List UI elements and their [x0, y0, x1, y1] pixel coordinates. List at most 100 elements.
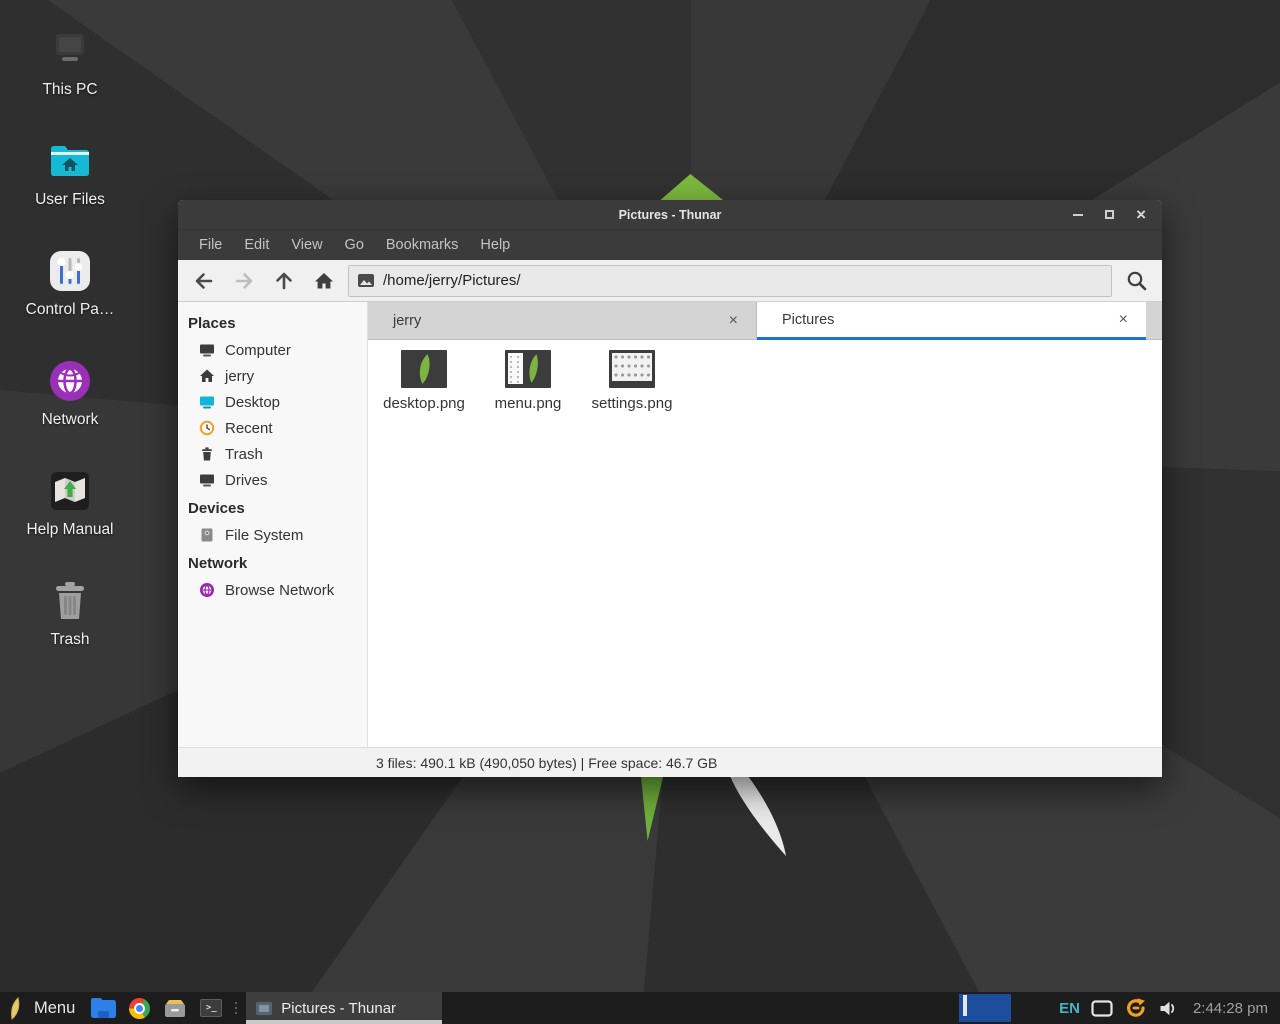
menu-button[interactable]: Menu — [34, 999, 75, 1018]
image-thumbnail — [401, 350, 447, 388]
sidebar-item-label: Browse Network — [225, 582, 334, 599]
network-globe-icon — [47, 358, 93, 404]
volume-speaker-icon[interactable] — [1159, 1000, 1178, 1017]
thunar-window-icon — [256, 1002, 272, 1015]
desktop-icon-trash[interactable]: Trash — [10, 578, 130, 649]
image-thumbnail — [609, 350, 655, 388]
sidebar-item-trash[interactable]: Trash — [178, 441, 367, 467]
tab-jerry[interactable]: jerry × — [368, 302, 757, 340]
sidebar-item-label: Recent — [225, 420, 273, 437]
menu-go[interactable]: Go — [334, 237, 375, 253]
tab-bar: jerry × Pictures × — [368, 302, 1162, 340]
menu-bar: File Edit View Go Bookmarks Help — [178, 229, 1162, 260]
browse-network-globe-icon — [199, 582, 215, 598]
sidebar-heading-network: Network — [178, 548, 367, 577]
window-title: Pictures - Thunar — [178, 208, 1162, 222]
home-button[interactable] — [304, 264, 344, 298]
desktop-icon-network[interactable]: Network — [10, 358, 130, 429]
sidebar-item-recent[interactable]: Recent — [178, 415, 367, 441]
terminal-launcher[interactable]: >_ — [197, 992, 225, 1024]
computer-icon — [199, 342, 215, 358]
tab-pictures[interactable]: Pictures × — [757, 302, 1146, 340]
file-manager-launcher[interactable] — [89, 992, 117, 1024]
menu-bookmarks[interactable]: Bookmarks — [375, 237, 470, 253]
sidebar-item-jerry[interactable]: jerry — [178, 363, 367, 389]
desktop-icon-label: Trash — [50, 631, 89, 649]
toolbar: /home/jerry/Pictures/ — [178, 260, 1162, 302]
forward-arrow-icon — [233, 270, 255, 292]
sidebar: Places Computer jerry Desktop Recent Tra… — [178, 302, 368, 747]
menu-help[interactable]: Help — [469, 237, 521, 253]
archive-manager-launcher[interactable] — [161, 992, 189, 1024]
desktop-icon-control-panel[interactable]: Control Pa… — [10, 248, 130, 319]
menu-file[interactable]: File — [188, 237, 233, 253]
forward-button[interactable] — [224, 264, 264, 298]
home-icon — [199, 368, 215, 384]
display-settings-icon[interactable] — [1091, 1000, 1113, 1017]
control-panel-icon — [47, 248, 93, 294]
sidebar-item-label: Drives — [225, 472, 268, 489]
maximize-icon[interactable] — [1105, 210, 1114, 219]
file-menu-png[interactable]: menu.png — [480, 350, 576, 412]
tab-close-icon[interactable]: × — [1115, 312, 1132, 328]
sidebar-item-computer[interactable]: Computer — [178, 337, 367, 363]
clock[interactable]: 2:44:28 pm — [1193, 1000, 1268, 1017]
taskbar-window-button[interactable]: Pictures - Thunar — [246, 992, 442, 1024]
taskbar: Menu >_ Pictures - Thunar EN 2:44:28 pm — [0, 992, 1280, 1024]
filesystem-drive-icon — [199, 527, 215, 543]
desktop-icon-label: This PC — [42, 81, 97, 99]
tab-label: jerry — [393, 313, 725, 329]
window-titlebar[interactable]: Pictures - Thunar × — [178, 200, 1162, 229]
search-button[interactable] — [1118, 264, 1156, 298]
archive-manager-icon — [163, 998, 187, 1018]
desktop-icon-help-manual[interactable]: Help Manual — [10, 468, 130, 539]
sidebar-item-label: Desktop — [225, 394, 280, 411]
system-tray: EN 2:44:28 pm — [1059, 996, 1268, 1020]
sidebar-item-label: Trash — [225, 446, 263, 463]
minimize-icon[interactable] — [1073, 214, 1083, 216]
path-text: /home/jerry/Pictures/ — [383, 272, 521, 289]
sidebar-item-label: jerry — [225, 368, 254, 385]
workspace-switcher[interactable] — [959, 994, 1011, 1022]
trash-icon — [199, 446, 215, 462]
thunar-window: Pictures - Thunar × File Edit View Go Bo… — [178, 200, 1162, 777]
file-view[interactable]: desktop.png menu.png settings.png — [368, 340, 1162, 747]
desktop-icon-label: User Files — [35, 191, 105, 209]
chrome-launcher[interactable] — [125, 992, 153, 1024]
update-notifier-icon[interactable] — [1124, 996, 1148, 1020]
drives-icon — [199, 472, 215, 488]
up-arrow-icon — [273, 270, 295, 292]
status-text: 3 files: 490.1 kB (490,050 bytes) | Free… — [376, 755, 717, 771]
file-name: settings.png — [592, 395, 673, 412]
image-location-icon — [358, 274, 374, 287]
sidebar-item-desktop[interactable]: Desktop — [178, 389, 367, 415]
taskbar-right: EN 2:44:28 pm — [959, 994, 1280, 1022]
tab-close-icon[interactable]: × — [725, 313, 742, 329]
panel-separator-handle[interactable] — [235, 1002, 237, 1014]
path-bar[interactable]: /home/jerry/Pictures/ — [348, 265, 1112, 297]
file-desktop-png[interactable]: desktop.png — [376, 350, 472, 412]
file-name: menu.png — [495, 395, 562, 412]
file-settings-png[interactable]: settings.png — [584, 350, 680, 412]
home-icon — [313, 270, 335, 292]
menu-view[interactable]: View — [280, 237, 333, 253]
back-button[interactable] — [184, 264, 224, 298]
sidebar-item-browse-network[interactable]: Browse Network — [178, 577, 367, 603]
tab-label: Pictures — [782, 312, 1115, 328]
trash-can-icon — [47, 578, 93, 624]
up-button[interactable] — [264, 264, 304, 298]
status-bar: 3 files: 490.1 kB (490,050 bytes) | Free… — [178, 747, 1162, 777]
workspace-active-window — [963, 995, 967, 1016]
desktop-icon-label: Help Manual — [26, 521, 113, 539]
linux-lite-feather-icon[interactable] — [9, 997, 24, 1020]
search-icon — [1125, 269, 1149, 293]
desktop-icon-this-pc[interactable]: This PC — [10, 28, 130, 99]
sidebar-heading-places: Places — [178, 308, 367, 337]
close-icon[interactable]: × — [1136, 206, 1146, 223]
menu-edit[interactable]: Edit — [233, 237, 280, 253]
terminal-icon: >_ — [200, 999, 222, 1017]
sidebar-item-file-system[interactable]: File System — [178, 522, 367, 548]
sidebar-item-drives[interactable]: Drives — [178, 467, 367, 493]
keyboard-layout-indicator[interactable]: EN — [1059, 1000, 1080, 1017]
desktop-icon-user-files[interactable]: User Files — [10, 138, 130, 209]
